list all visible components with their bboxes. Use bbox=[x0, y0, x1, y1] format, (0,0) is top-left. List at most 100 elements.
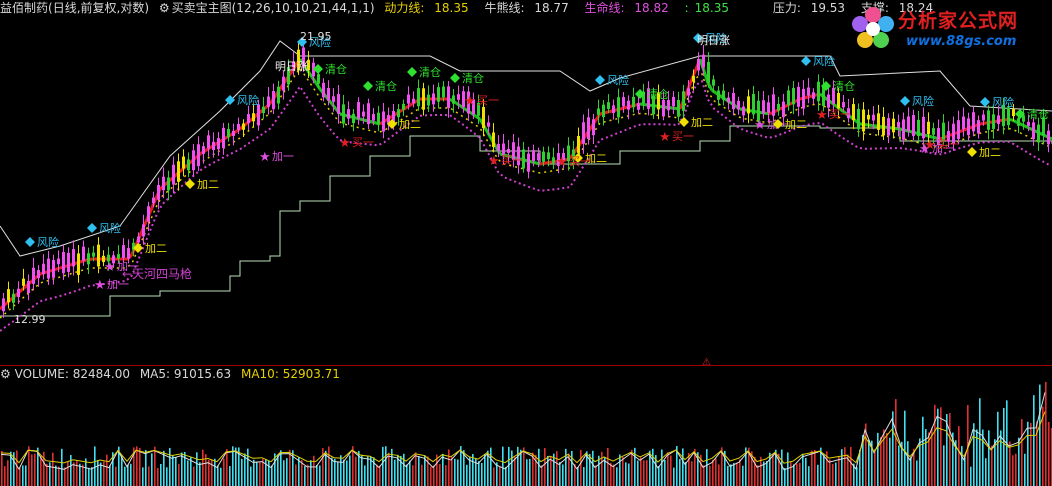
volume-bar bbox=[844, 447, 846, 486]
volume-bar bbox=[1030, 422, 1032, 486]
volume-bar bbox=[328, 446, 330, 486]
buy1-signal-icon: ★ bbox=[659, 130, 671, 145]
volume-bar bbox=[499, 466, 501, 486]
volume-bar bbox=[73, 462, 75, 486]
candle bbox=[332, 96, 335, 102]
settings-icon[interactable]: ⚙ bbox=[159, 1, 170, 15]
candle bbox=[357, 102, 360, 119]
volume-bar bbox=[106, 454, 108, 486]
candle bbox=[537, 153, 540, 161]
candle bbox=[427, 94, 430, 106]
add1-signal-icon: ★ bbox=[94, 278, 106, 293]
volume-bar bbox=[637, 460, 639, 486]
volume-bar bbox=[22, 465, 24, 486]
buy1-signal-label: 买一 bbox=[477, 94, 499, 107]
add2-signal-label: 加二 bbox=[399, 118, 421, 131]
volume-bar bbox=[448, 449, 450, 486]
volume-bar bbox=[886, 433, 888, 486]
buy1-signal-label: 买一 bbox=[937, 138, 959, 151]
volume-bar bbox=[157, 467, 159, 486]
volume-bar bbox=[961, 446, 963, 486]
candle bbox=[612, 105, 615, 114]
volume-bar bbox=[76, 460, 78, 486]
candle bbox=[717, 90, 720, 100]
volume-bar bbox=[970, 466, 972, 486]
volume-bar bbox=[388, 452, 390, 486]
price-chart[interactable]: 风险风险风险风险风险风险风险风险 风险清仓清仓清仓 清仓清仓清仓清仓★ 加一★ 加一★ 加… bbox=[0, 16, 1052, 365]
volume-bar bbox=[556, 451, 558, 486]
candle bbox=[727, 97, 730, 103]
candle bbox=[607, 102, 610, 110]
volume-bar bbox=[244, 453, 246, 486]
volume-bar bbox=[580, 449, 582, 486]
candle bbox=[637, 103, 640, 110]
volume-chart[interactable] bbox=[0, 380, 1052, 486]
candle bbox=[592, 119, 595, 136]
candle bbox=[987, 110, 990, 130]
volume-bar bbox=[628, 463, 630, 486]
candle bbox=[792, 87, 795, 105]
volume-bar bbox=[82, 464, 84, 486]
volume-bar bbox=[103, 461, 105, 486]
volume-settings-icon[interactable]: ⚙ bbox=[0, 367, 11, 381]
volume-bar bbox=[385, 446, 387, 486]
candle bbox=[807, 87, 810, 96]
volume-bar bbox=[52, 452, 54, 486]
candle bbox=[787, 90, 790, 106]
candle bbox=[412, 98, 415, 104]
stock-name[interactable]: 益佰制药 bbox=[0, 1, 48, 15]
candle bbox=[57, 258, 60, 265]
volume-bar bbox=[97, 459, 99, 486]
volume-bar bbox=[997, 411, 999, 486]
candle bbox=[322, 82, 325, 98]
volume-bar bbox=[466, 464, 468, 486]
volume-bar bbox=[616, 467, 618, 486]
volume-bar bbox=[307, 464, 309, 486]
pressure-label-group: 压力: 19.53 bbox=[773, 1, 851, 15]
volume-bar bbox=[814, 449, 816, 486]
volume-bar bbox=[439, 464, 441, 486]
volume-bar bbox=[190, 457, 192, 486]
candle bbox=[147, 206, 150, 222]
volume-bar bbox=[502, 446, 504, 486]
candle bbox=[817, 81, 820, 102]
candle bbox=[337, 94, 340, 114]
candle bbox=[532, 150, 535, 161]
volume-bar bbox=[235, 447, 237, 486]
volume-bar bbox=[280, 450, 282, 486]
volume-bar bbox=[337, 461, 339, 486]
candle bbox=[12, 293, 15, 303]
volume-bar bbox=[559, 462, 561, 486]
indicator-name[interactable]: 买卖宝主图 bbox=[172, 1, 232, 15]
candle bbox=[282, 76, 285, 91]
buy1-signal-label: 买一 bbox=[352, 136, 374, 149]
candle bbox=[1037, 124, 1040, 143]
volume-bar bbox=[622, 457, 624, 486]
candle bbox=[932, 128, 935, 135]
candle bbox=[62, 252, 65, 274]
volume-bar bbox=[640, 457, 642, 486]
candle bbox=[222, 127, 225, 148]
add2-signal-icon bbox=[679, 117, 689, 127]
volume-bar bbox=[250, 466, 252, 486]
risk-signal-label: 风险 bbox=[607, 73, 629, 87]
buy1-signal-label: 买一 bbox=[501, 154, 523, 167]
candle bbox=[682, 91, 685, 111]
support-line bbox=[0, 125, 1052, 317]
clear-signal-label: 清仓 bbox=[1027, 107, 1049, 121]
risk-signal-icon bbox=[87, 223, 97, 233]
candle bbox=[262, 106, 265, 114]
buy1-signal-label: 买一 bbox=[672, 130, 694, 143]
volume-bar bbox=[790, 462, 792, 486]
candle bbox=[542, 151, 545, 162]
candle bbox=[397, 109, 400, 118]
candle bbox=[497, 143, 500, 152]
candle bbox=[237, 123, 240, 130]
candle bbox=[882, 116, 885, 136]
volume-bar bbox=[469, 457, 471, 486]
add2-signal-label: 加二 bbox=[145, 242, 167, 255]
candle bbox=[742, 106, 745, 116]
volume-bar bbox=[679, 459, 681, 486]
volume-bar bbox=[739, 459, 741, 486]
candle bbox=[767, 102, 770, 113]
